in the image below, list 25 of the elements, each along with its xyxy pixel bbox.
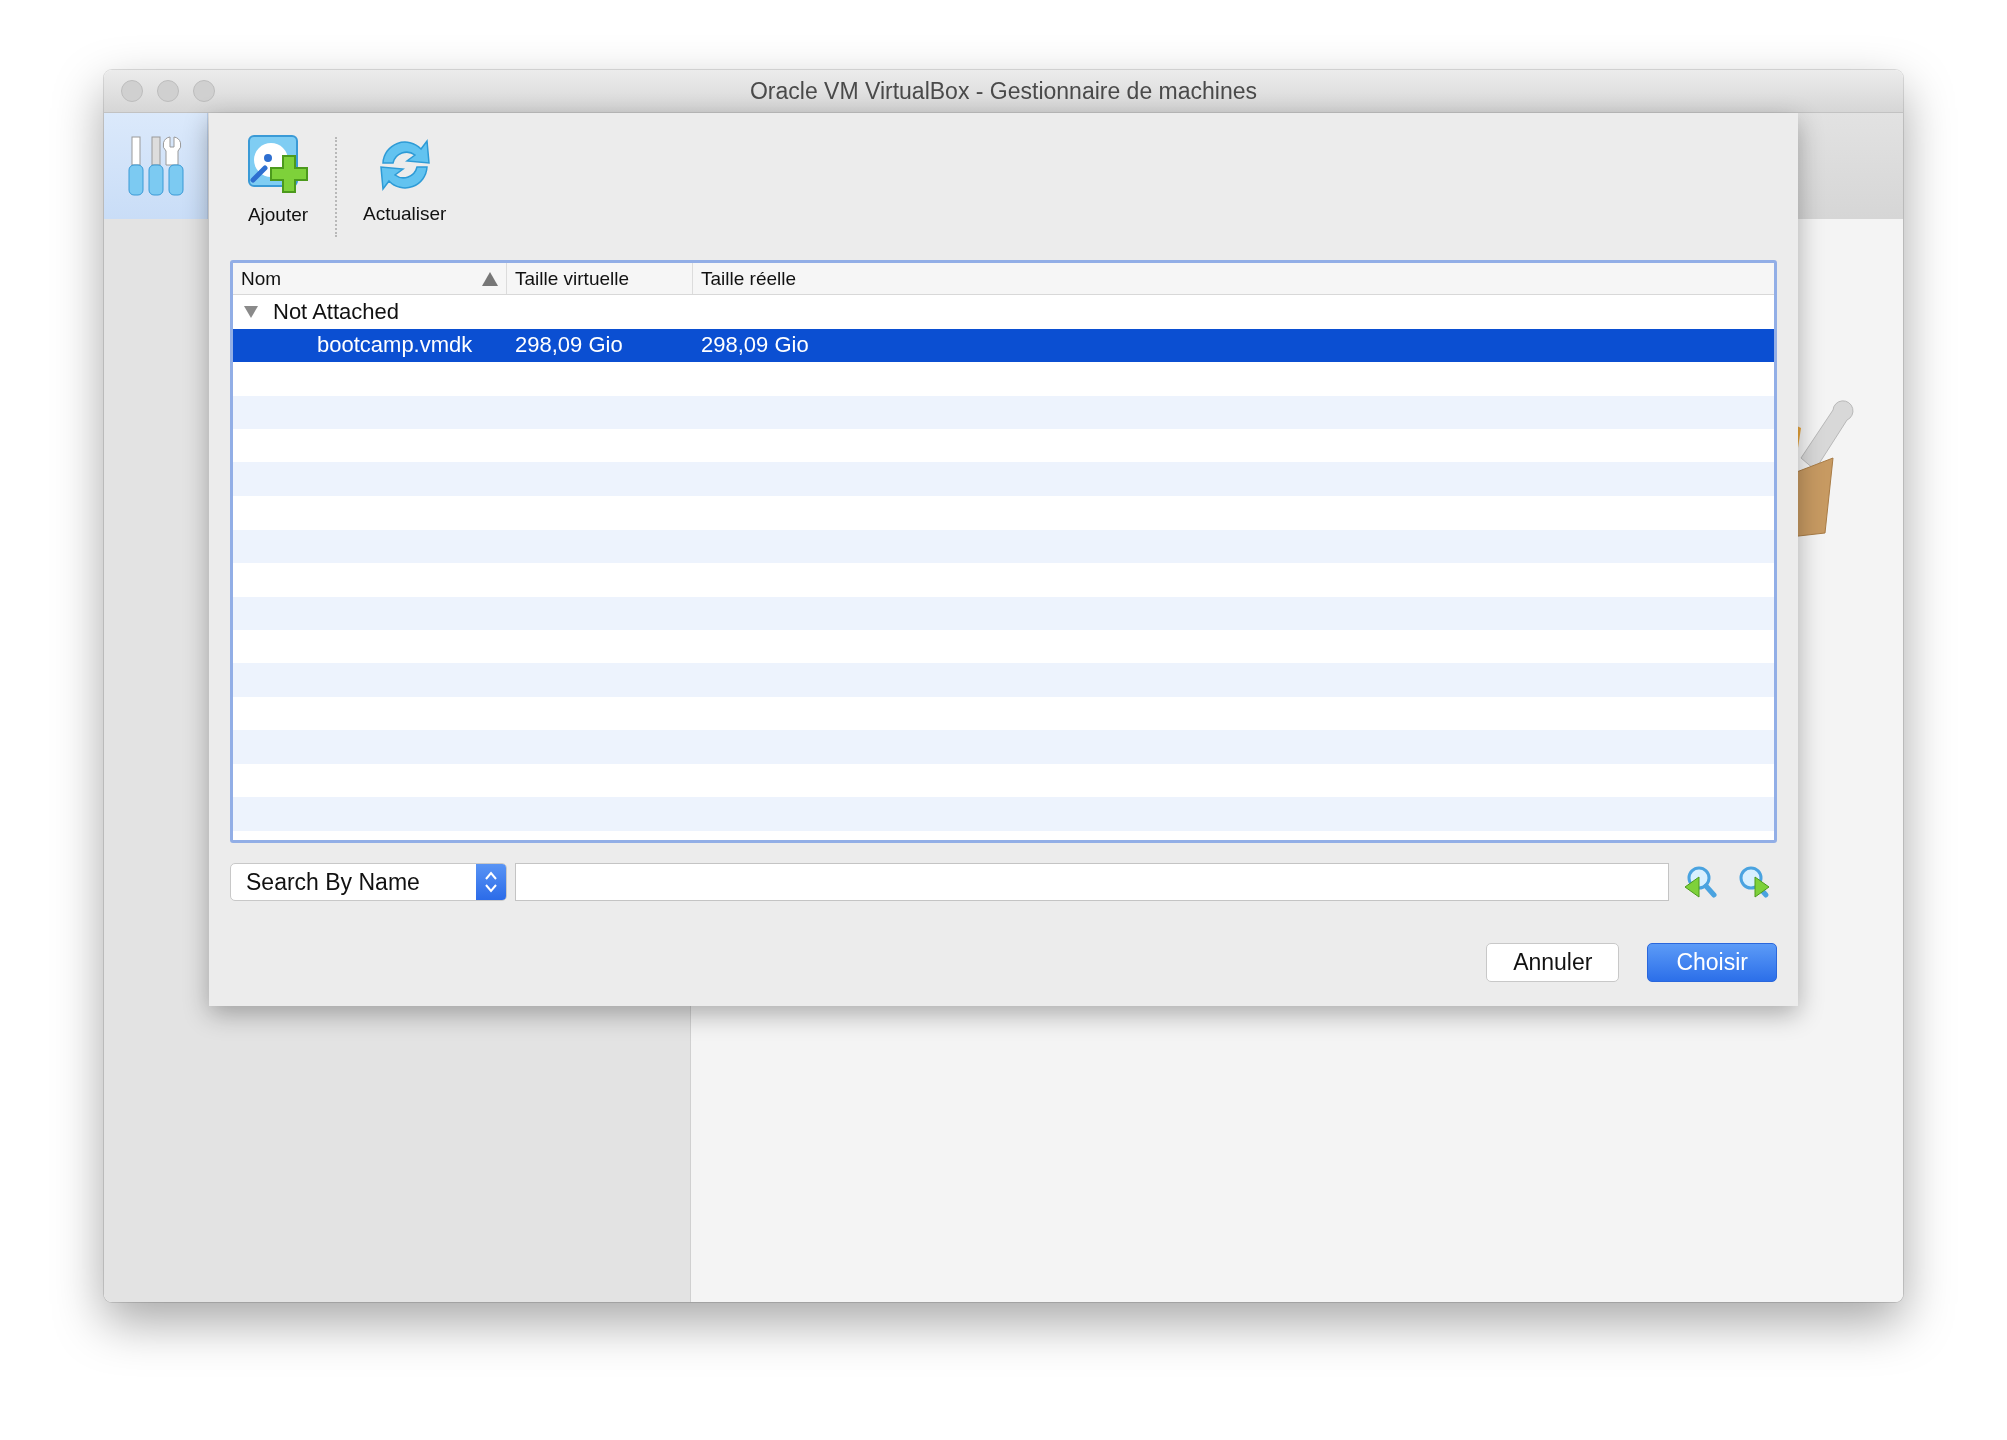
column-header[interactable]: Taille virtuelle — [507, 263, 693, 294]
column-header[interactable]: Nom — [233, 263, 507, 294]
default-button[interactable]: Choisir — [1647, 943, 1777, 982]
search-field[interactable] — [515, 863, 1669, 901]
minimize-button[interactable] — [157, 80, 179, 102]
close-button[interactable] — [121, 80, 143, 102]
disk-name: bootcamp.vmdk — [316, 332, 474, 359]
zoom-button[interactable] — [193, 80, 215, 102]
magnifier-right-arrow-icon — [1737, 865, 1771, 899]
group-label: Not Attached — [273, 298, 399, 325]
window-title: Oracle VM VirtualBox - Gestionnaire de machines — [749, 77, 1258, 105]
disk-row[interactable]: bootcamp.vmdk 298,09 Gio 298,09 Gio — [233, 328, 1774, 362]
column-header[interactable]: Taille réelle — [693, 263, 1774, 294]
magnifier-left-arrow-icon — [1683, 865, 1717, 899]
up-down-chevron-icon — [484, 870, 498, 894]
search-mode-dropdown[interactable]: Search By Name — [230, 863, 507, 901]
tools-button[interactable] — [104, 113, 208, 219]
tools-icon — [127, 135, 184, 197]
expand-arrow-icon[interactable] — [243, 304, 259, 319]
dialog-button[interactable]: Annuler — [1486, 943, 1620, 982]
actual-size: 298,09 Gio — [700, 332, 810, 359]
disk-add-icon — [247, 133, 309, 196]
refresh-button[interactable]: Actualiser — [351, 113, 459, 246]
virtual-size: 298,09 Gio — [514, 332, 624, 359]
add-button[interactable]: Ajouter — [235, 113, 321, 246]
